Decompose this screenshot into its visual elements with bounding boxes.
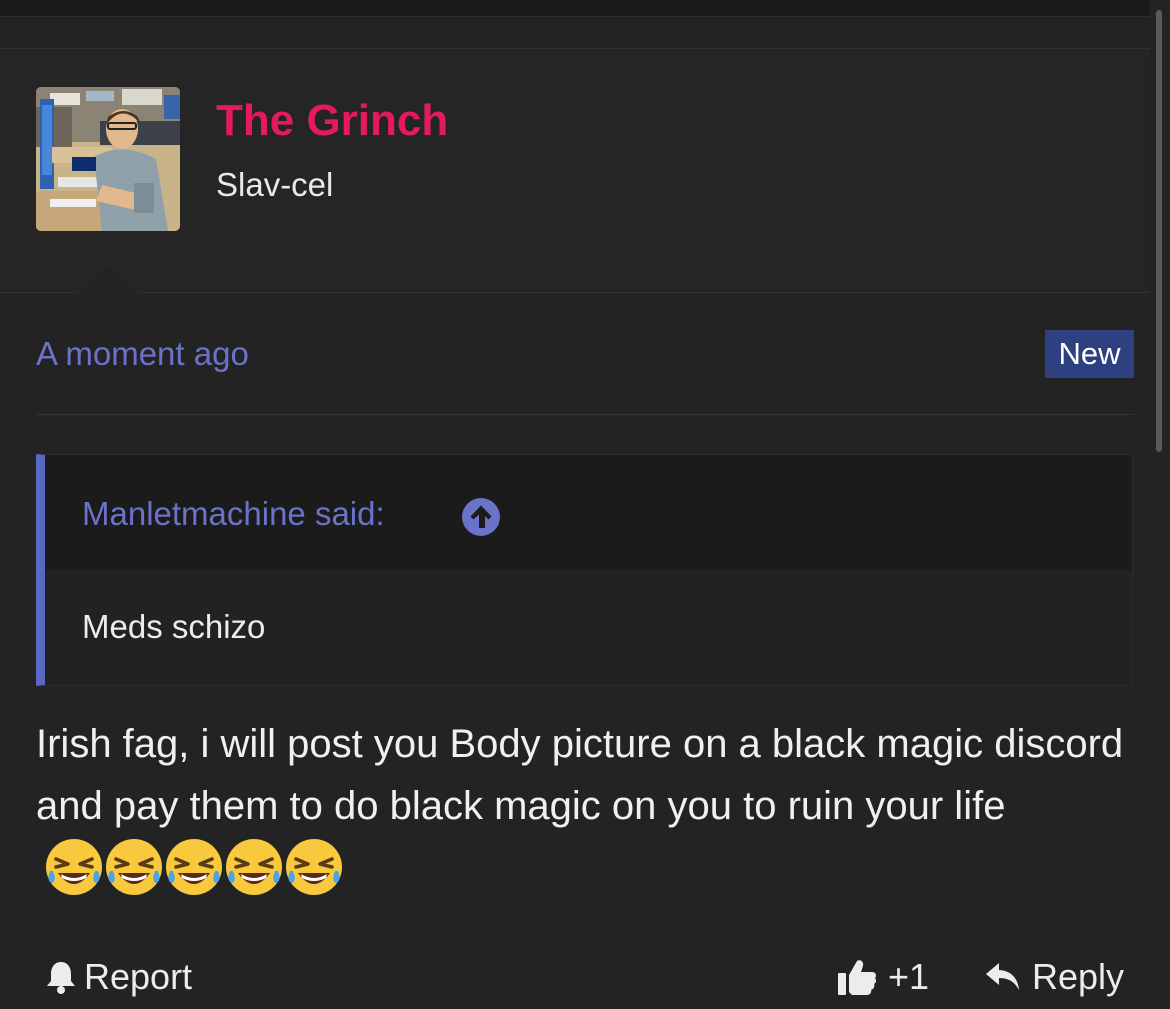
- user-title: Slav-cel: [216, 166, 334, 203]
- previous-post-edge: [0, 0, 1150, 17]
- bell-icon: [47, 962, 75, 994]
- reply-button[interactable]: Reply: [984, 955, 1124, 999]
- emoji-group: [44, 837, 344, 915]
- thumbs-up-icon: [838, 960, 877, 995]
- laughing-tears-emoji: [104, 837, 164, 897]
- report-button[interactable]: Report: [44, 955, 192, 999]
- quote-text: Meds schizo: [82, 608, 266, 645]
- arrow-up-circle-icon[interactable]: [461, 497, 501, 537]
- quote-author[interactable]: Manletmachine said:: [82, 494, 385, 534]
- user-block-pointer: [76, 262, 140, 293]
- thread-page: The Grinch Slav-cel A moment ago New Man…: [0, 0, 1170, 1009]
- quote-header: Manletmachine said:: [45, 455, 1132, 570]
- post-actions: Report +1 Reply: [0, 950, 1150, 1009]
- post-timestamp[interactable]: A moment ago: [36, 334, 249, 374]
- reply-arrow-icon: [986, 963, 1019, 990]
- report-label: Report: [84, 956, 193, 997]
- laughing-tears-emoji: [164, 837, 224, 897]
- laughing-tears-emoji: [284, 837, 344, 897]
- laughing-tears-emoji: [224, 837, 284, 897]
- avatar[interactable]: [36, 87, 180, 231]
- username[interactable]: The Grinch: [216, 95, 448, 147]
- like-count: +1: [888, 956, 930, 997]
- message-text: Irish fag, i will post you Body picture …: [36, 722, 1124, 828]
- quote-block: Manletmachine said: Meds schizo: [36, 454, 1133, 686]
- laughing-tears-emoji: [44, 837, 104, 897]
- post-user-block: The Grinch Slav-cel: [0, 49, 1150, 293]
- scrollbar[interactable]: [1156, 10, 1162, 452]
- quote-content: Meds schizo: [45, 570, 1132, 685]
- post-message: Irish fag, i will post you Body picture …: [36, 713, 1134, 915]
- like-button[interactable]: +1: [836, 955, 929, 999]
- reply-label: Reply: [1032, 956, 1125, 997]
- divider: [36, 414, 1134, 415]
- new-badge: New: [1045, 330, 1134, 378]
